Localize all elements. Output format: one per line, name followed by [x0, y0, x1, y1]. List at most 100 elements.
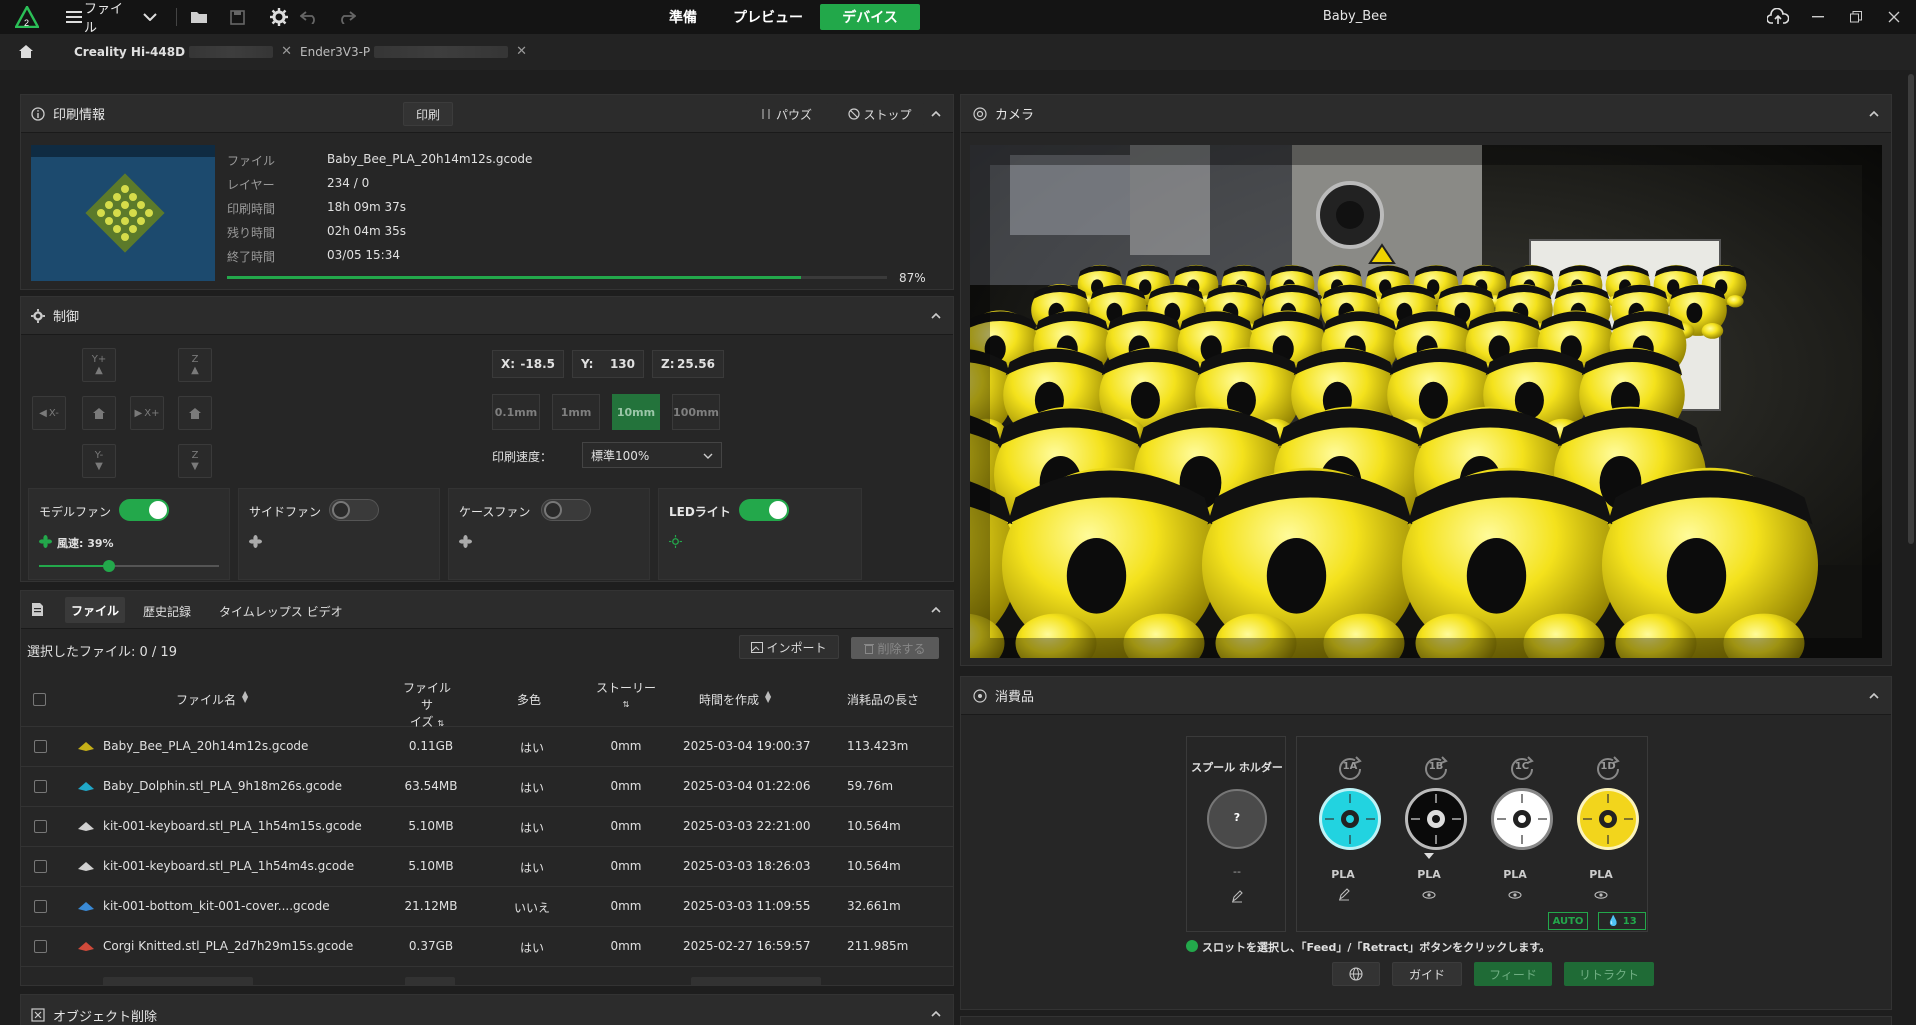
table-row[interactable]: kit-001-keyboard.stl_PLA_1h54m15s.gcode 5… — [21, 807, 953, 847]
tab-preview[interactable]: プレビュー — [716, 4, 820, 30]
print-speed-select[interactable]: 標準100% — [582, 442, 722, 468]
file-name: kit-001-keyboard.stl_PLA_1h54m15s.gcode — [103, 819, 362, 833]
home-icon[interactable] — [18, 44, 34, 59]
tab-prepare[interactable]: 準備 — [650, 4, 716, 30]
step-100mm-button[interactable]: 100mm — [672, 394, 720, 430]
eye-icon[interactable] — [1422, 891, 1436, 899]
model-thumbnail-icon — [78, 782, 94, 791]
row-checkbox[interactable] — [34, 940, 47, 953]
close-tab-icon[interactable]: ✕ — [281, 44, 292, 59]
retract-button[interactable]: リトラクト — [1564, 962, 1654, 986]
object-delete-icon — [31, 1008, 45, 1022]
case-fan-toggle[interactable] — [541, 499, 591, 521]
pause-button[interactable]: パウズ — [745, 102, 829, 126]
close-tab-icon[interactable]: ✕ — [516, 44, 527, 59]
collapse-chevron-icon[interactable] — [929, 309, 943, 323]
tab-device[interactable]: デバイス — [820, 4, 920, 30]
coord-x: X: -18.5 — [492, 350, 564, 378]
table-row[interactable]: Baby_Bee_PLA_20h14m12s.gcode 0.11GB はい 0mm 2… — [21, 727, 953, 767]
jog-x-minus-button[interactable]: ◀ X- — [32, 396, 66, 430]
coord-value: 25.56 — [677, 357, 715, 371]
stop-button[interactable]: ストップ — [835, 102, 925, 126]
row-checkbox[interactable] — [34, 740, 47, 753]
menu-dropdown-chevron-icon[interactable] — [140, 0, 160, 34]
table-row[interactable]: Corgi Knitted.stl_PLA_2d7h29m15s.gcode 0.… — [21, 927, 953, 967]
hamburger-menu-icon[interactable] — [64, 0, 84, 34]
file-story: 0mm — [610, 779, 642, 793]
led-light-toggle[interactable] — [739, 499, 789, 521]
jog-x-plus-button[interactable]: ▶ X+ — [130, 396, 164, 430]
jog-y-plus-button[interactable]: Y+ ▲ — [82, 348, 116, 382]
jog-y-minus-button[interactable]: Y- ▼ — [82, 444, 116, 478]
fan-icon — [249, 535, 262, 548]
feed-button[interactable]: フィード — [1474, 962, 1552, 986]
step-10mm-button[interactable]: 10mm — [612, 394, 660, 430]
device-tab-1[interactable]: Creality Hi-448D ✕ — [74, 44, 292, 59]
filament-color-disc[interactable] — [1491, 788, 1553, 850]
home-z-button[interactable] — [178, 396, 212, 430]
step-0-1mm-button[interactable]: 0.1mm — [492, 394, 540, 430]
file-length: 59.76m — [847, 779, 894, 793]
humidity-drop-icon: 💧 — [1607, 915, 1620, 927]
side-fan-toggle[interactable] — [329, 499, 379, 521]
close-window-icon[interactable] — [1876, 0, 1912, 34]
model-fan-toggle[interactable] — [119, 499, 169, 521]
material-slot-1d[interactable]: 1D PLA — [1558, 735, 1644, 930]
slider-handle[interactable] — [103, 560, 116, 572]
redo-icon[interactable] — [336, 0, 358, 34]
collapse-chevron-icon[interactable] — [929, 1007, 943, 1021]
home-xy-button[interactable] — [82, 396, 116, 430]
file-multicolor: いいえ — [513, 901, 550, 915]
print-detail-list: ファイル Baby_Bee_PLA_20h14m12s.gcode レイヤー 234… — [227, 152, 847, 272]
spool-holder-card[interactable]: スプール ホルダー ? -- — [1186, 736, 1286, 932]
jog-z-up-button[interactable]: Z ▲ — [178, 348, 212, 382]
model-thumbnail-icon — [78, 902, 94, 911]
file-menu[interactable]: ファイル — [84, 0, 124, 36]
file-story: 0mm — [610, 939, 642, 953]
filament-color-disc[interactable] — [1405, 788, 1467, 850]
print-button[interactable]: 印刷 — [403, 102, 453, 126]
material-slot-1a[interactable]: 1A PLA — [1300, 735, 1386, 930]
coord-axis: X: — [501, 357, 516, 371]
upload-cloud-icon[interactable] — [1760, 0, 1796, 34]
jog-z-down-button[interactable]: Z ▼ — [178, 444, 212, 478]
eye-icon[interactable] — [1508, 891, 1522, 899]
table-row[interactable]: kit-001-bottom_kit-001-cover....gcode 21.… — [21, 887, 953, 927]
undo-icon[interactable] — [298, 0, 320, 34]
stop-icon — [848, 108, 861, 120]
material-slot-1c[interactable]: 1C PLA — [1472, 735, 1558, 930]
restore-window-icon[interactable] — [1838, 0, 1874, 34]
save-icon[interactable] — [226, 0, 248, 34]
spool-holder-disc: ? — [1207, 789, 1267, 849]
device-tab-2[interactable]: Ender3V3-P ✕ — [300, 44, 527, 59]
step-1mm-button[interactable]: 1mm — [552, 394, 600, 430]
row-checkbox[interactable] — [34, 860, 47, 873]
collapse-chevron-icon[interactable] — [1867, 107, 1881, 121]
file-name: Baby_Bee_PLA_20h14m12s.gcode — [103, 739, 309, 753]
edit-pencil-icon[interactable] — [1231, 889, 1243, 903]
detail-value: 03/05 15:34 — [327, 248, 400, 262]
scrollbar-thumb[interactable] — [1908, 74, 1914, 544]
language-globe-button[interactable] — [1332, 962, 1380, 986]
collapse-chevron-icon[interactable] — [929, 107, 943, 121]
open-folder-icon[interactable] — [188, 0, 210, 34]
minimize-icon[interactable] — [1800, 0, 1836, 34]
material-slot-1b[interactable]: 1B PLA — [1386, 735, 1472, 930]
print-speed-value: 標準100% — [591, 448, 650, 463]
filament-color-disc[interactable] — [1319, 788, 1381, 850]
row-checkbox[interactable] — [34, 820, 47, 833]
row-checkbox[interactable] — [34, 780, 47, 793]
row-checkbox[interactable] — [34, 900, 47, 913]
filament-color-disc[interactable] — [1577, 788, 1639, 850]
arrow-down-icon: ▼ — [191, 461, 199, 472]
collapse-chevron-icon[interactable] — [1867, 689, 1881, 703]
settings-gear-icon[interactable] — [268, 0, 290, 34]
edit-pencil-icon[interactable] — [1338, 887, 1350, 901]
table-row[interactable]: kit-001-keyboard.stl_PLA_1h54m4s.gcode 5.… — [21, 847, 953, 887]
fan-speed-slider[interactable] — [39, 560, 219, 572]
eye-icon[interactable] — [1594, 891, 1608, 899]
model-fan-label: モデルファン — [39, 505, 112, 519]
print-progress-label: 87% — [899, 271, 926, 285]
guide-button[interactable]: ガイド — [1392, 962, 1462, 986]
table-row[interactable]: Baby_Dolphin.stl_PLA_9h18m26s.gcode 63.54… — [21, 767, 953, 807]
